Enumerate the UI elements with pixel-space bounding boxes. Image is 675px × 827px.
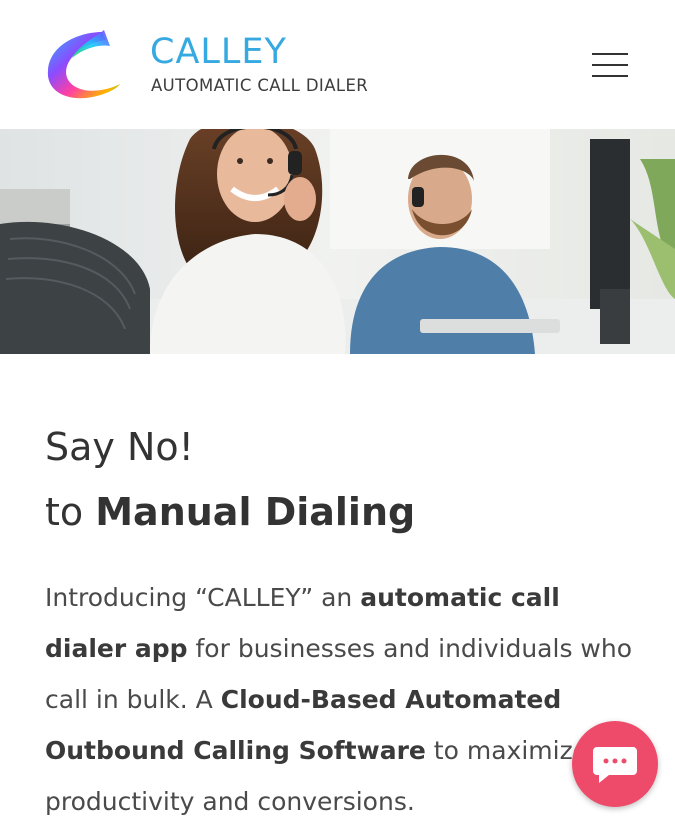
- intro-text-1: Introducing “CALLEY” an: [45, 583, 361, 612]
- logo-c-icon: [47, 30, 120, 99]
- headline-manual-dialing: to Manual Dialing: [45, 484, 635, 540]
- main-content: Say No! to Manual Dialing Introducing “C…: [45, 410, 635, 827]
- brand-tagline: AUTOMATIC CALL DIALER: [151, 76, 369, 95]
- hamburger-menu-icon[interactable]: [590, 50, 632, 82]
- chat-button[interactable]: [572, 721, 658, 807]
- brand-name: CALLEY: [150, 32, 287, 72]
- headline-say-no: Say No!: [45, 425, 194, 469]
- headline-prefix: to: [45, 490, 96, 534]
- intro-paragraph: Introducing “CALLEY” an automatic call d…: [45, 572, 635, 827]
- hero-image: [0, 129, 675, 354]
- call-center-photo: [0, 129, 675, 354]
- site-header: CALLEY AUTOMATIC CALL DIALER: [0, 0, 675, 129]
- calley-logo-mark[interactable]: [44, 28, 122, 102]
- headline-bold: Manual Dialing: [95, 490, 416, 534]
- chat-bubble-icon: [593, 747, 637, 783]
